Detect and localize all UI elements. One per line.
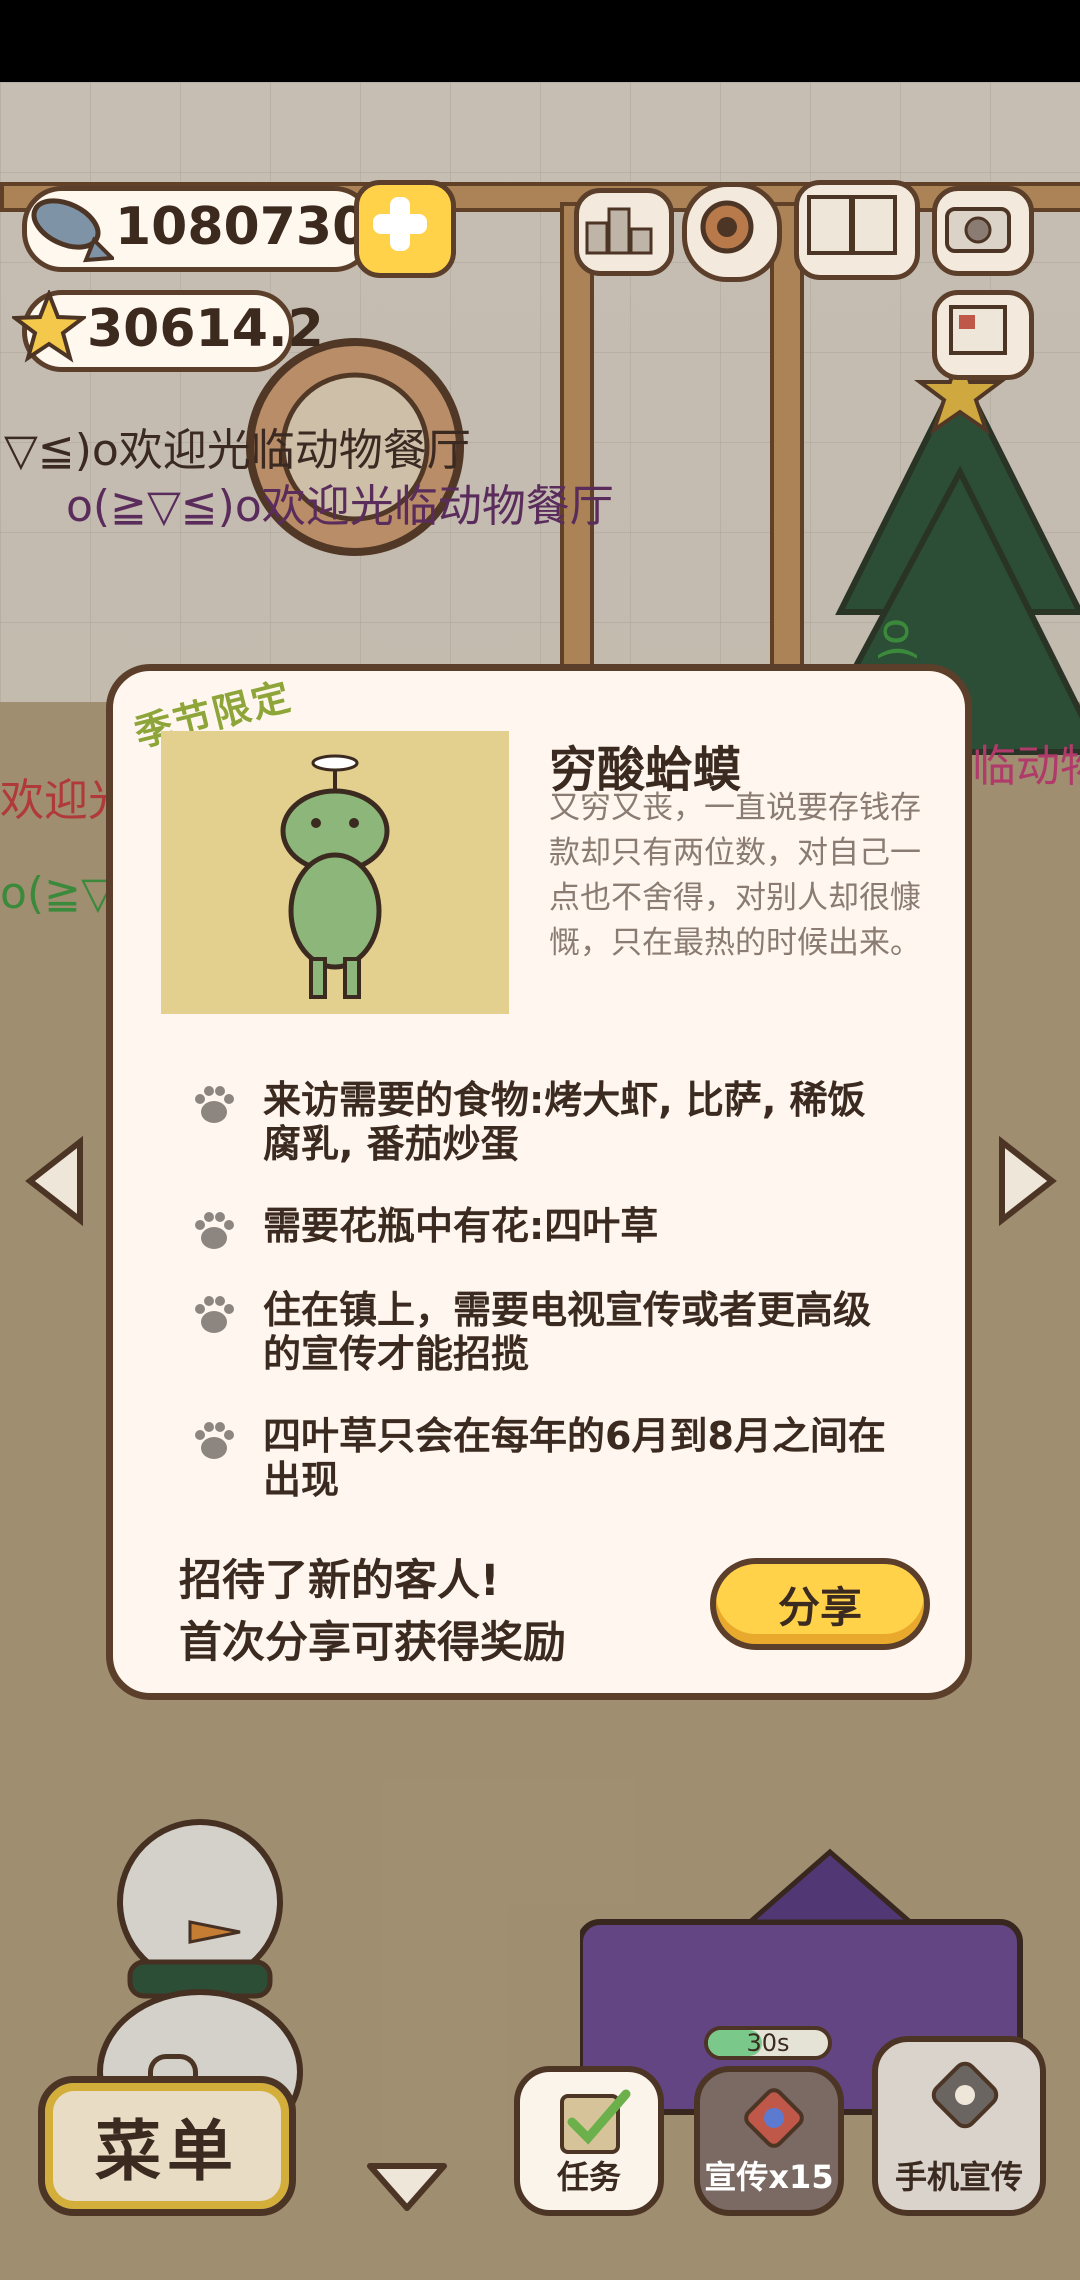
welcome-marquee-side: o(≧▽ [0,868,115,919]
requirement-text: 需要花瓶中有花:四叶草 [263,1204,659,1248]
promo-button[interactable]: 宣传x15 [694,2066,844,2216]
ranking-button[interactable] [574,188,674,276]
requirement-text: 住在镇上，需要电视宣传或者更高级的宣传才能招揽 [263,1288,872,1376]
fish-amount: 1080730 [115,197,369,257]
camera-button[interactable] [932,186,1034,276]
promo-ticket-icon [744,2088,804,2148]
paw-icon [195,1212,234,1249]
promo-label: 宣传x15 [704,2158,834,2196]
share-button[interactable]: 分享 [710,1558,930,1650]
menu-button[interactable]: 菜单 [38,2076,296,2216]
paw-icon [195,1086,234,1123]
previous-arrow-icon[interactable] [20,1136,90,1226]
fish-icon [31,198,114,263]
promo-timer: 30s [704,2026,832,2060]
welcome-marquee-side: 临动物 [972,741,1080,792]
invite-title: 招待了新的客人! [179,1556,500,1606]
recipe-book-button[interactable] [794,180,920,280]
settings-button[interactable] [682,182,782,282]
checklist-icon [560,2089,631,2154]
frog-illustration [280,754,390,999]
paw-icon [195,1296,234,1333]
requirement-text: 来访需要的食物:烤大虾, 比萨, 稀饭腐乳, 番茄炒蛋 [263,1078,866,1166]
tasks-label: 任务 [556,2158,621,2196]
tasks-button[interactable]: 任务 [514,2066,664,2216]
phone-promo-label: 手机宣传 [894,2158,1023,2196]
status-bar [0,0,1080,82]
recipe-book-icon [807,195,897,255]
paw-icon [195,1422,234,1459]
add-currency-button[interactable] [354,180,456,278]
newspaper-icon [949,305,1007,355]
invite-reward-note: 首次分享可获得奖励 [179,1618,566,1668]
requirement-text: 四叶草只会在每年的6月到8月之间在出现 [263,1414,886,1502]
camera-icon [945,207,1011,253]
newspaper-button[interactable] [932,290,1034,380]
welcome-marquee: ▽≦)o欢迎光临动物餐厅 [4,425,471,476]
star-icon [12,290,86,363]
star-amount: 30614.2 [87,299,324,359]
next-arrow-icon[interactable] [992,1136,1062,1226]
phone-promo-button[interactable]: 手机宣传 [872,2036,1046,2216]
gear-icon [700,200,754,254]
plus-icon [373,197,427,251]
customer-description: 又穷又丧，一直说要存钱存款却只有两位数，对自己一点也不舍得，对别人却很慷慨，只在… [549,790,921,961]
ranking-icon [585,207,653,255]
promo-timer-text: 30s [746,2029,790,2057]
collapse-down-icon[interactable] [364,2158,450,2214]
customer-portrait [161,731,509,1014]
phone-promo-icon [931,2061,999,2129]
welcome-marquee: o(≧▽≦)o欢迎光临动物餐厅 [66,481,614,532]
